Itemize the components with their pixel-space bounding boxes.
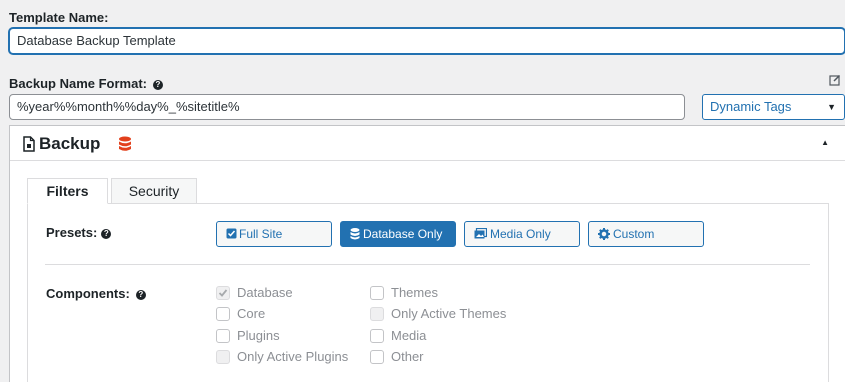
edit-icon[interactable] [829, 74, 841, 86]
backup-name-format-label: Backup Name Format:? [9, 76, 163, 91]
help-icon[interactable]: ? [152, 80, 163, 90]
components-text: Components: [46, 286, 130, 301]
preset-label: Full Site [239, 227, 283, 241]
help-icon[interactable]: ? [135, 290, 146, 300]
tab-security[interactable]: Security [111, 178, 197, 204]
presets-label: Presets:? [46, 225, 112, 240]
gear-icon [598, 228, 610, 240]
checkbox-label: Themes [391, 285, 438, 300]
chevron-down-icon: ▼ [827, 102, 836, 112]
collapse-icon[interactable]: ▲ [821, 138, 829, 147]
database-icon [350, 228, 360, 240]
preset-full-site-button[interactable]: Full Site [216, 221, 332, 247]
presets-text: Presets: [46, 225, 98, 240]
checkbox-label: Database [237, 285, 293, 300]
images-icon [474, 228, 487, 239]
checkbox [216, 286, 230, 300]
preset-label: Custom [613, 227, 655, 241]
panel-header[interactable]: Backup ▲ [10, 126, 845, 161]
template-name-label: Template Name: [9, 10, 109, 25]
backup-name-format-text: Backup Name Format: [9, 76, 147, 91]
components-label: Components:? [46, 286, 146, 301]
checkbox [370, 350, 384, 364]
help-icon[interactable]: ? [101, 229, 112, 239]
preset-label: Database Only [363, 227, 443, 241]
checkbox [216, 329, 230, 343]
preset-label: Media Only [490, 227, 551, 241]
checkbox-label: Plugins [237, 328, 280, 343]
divider [45, 264, 810, 265]
checkbox-label: Other [391, 349, 424, 364]
checkbox [370, 307, 384, 321]
checkbox-label: Only Active Plugins [237, 349, 349, 364]
backup-name-format-input[interactable]: %year%%month%%day%_%sitetitle% [9, 94, 685, 120]
checkbox-label: Only Active Themes [391, 306, 507, 321]
checkbox [216, 307, 230, 321]
template-name-input[interactable]: Database Backup Template [9, 28, 845, 54]
checkbox-icon [226, 228, 237, 239]
dynamic-tags-select[interactable]: Dynamic Tags ▼ [702, 94, 845, 120]
preset-database-only-button[interactable]: Database Only [340, 221, 456, 247]
panel-title: Backup [39, 134, 101, 153]
tab-filters[interactable]: Filters [27, 178, 108, 204]
dynamic-tags-value: Dynamic Tags [710, 99, 792, 114]
checkbox-label: Media [391, 328, 427, 343]
file-icon [23, 136, 35, 152]
checkbox [216, 350, 230, 364]
checkbox [370, 286, 384, 300]
backup-panel: Backup ▲ Filters Security [9, 125, 845, 382]
checkbox [370, 329, 384, 343]
preset-media-only-button[interactable]: Media Only [464, 221, 580, 247]
database-icon [119, 136, 131, 151]
preset-custom-button[interactable]: Custom [588, 221, 704, 247]
checkbox-label: Core [237, 306, 266, 321]
check-icon [218, 289, 228, 297]
